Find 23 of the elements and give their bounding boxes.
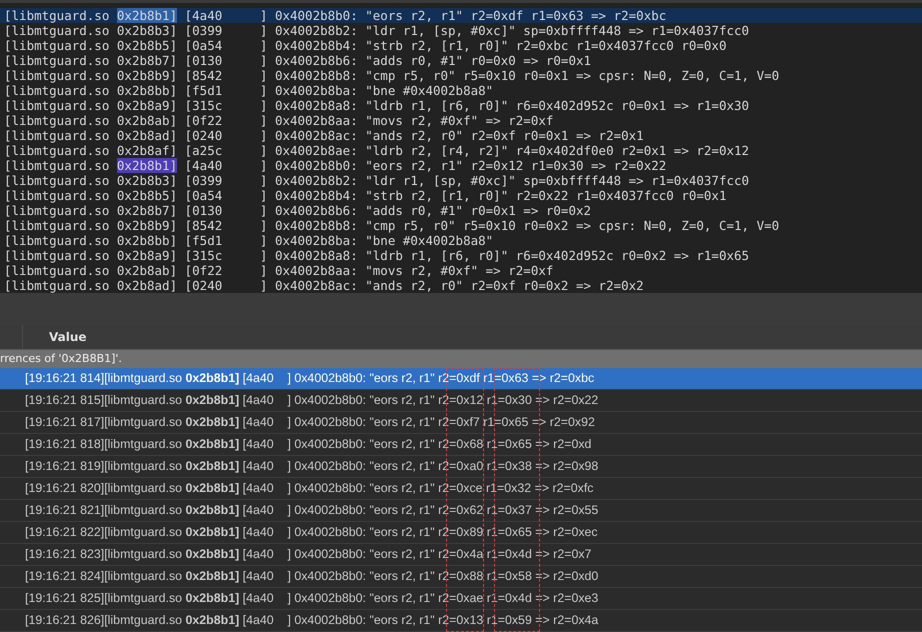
code-line: [libmtguard.so 0x2b8ab] [0f22 ] 0x4002b8aa: "movs r2, #0xf" => r2=0xf <box>4 263 554 278</box>
code-line: [libmtguard.so 0x2b8b9] [8542 ] 0x4002b8b8: "cmp r5, r0" r5=0x10 r0=0x1 => cpsr: N=0, Z=0, C=1, V=0 <box>4 68 780 83</box>
code-line: [libmtguard.so 0x2b8bb] [f5d1 ] 0x4002b8ba: "bne #0x4002b8a8" <box>4 233 494 248</box>
result-row[interactable]: [19:16:21 814][libmtguard.so 0x2b8b1] [4a40 ] 0x4002b8b0: "eors r2, r1" r2=0xdf r1=0x63 => r2=0xbc <box>0 368 922 390</box>
column-header[interactable]: Value <box>23 330 87 344</box>
code-line: [libmtguard.so 0x2b8b3] [0399 ] 0x4002b8b2: "ldr r1, [sp, #0xc]" sp=0xbffff448 => r1=0x4037fcc0 <box>4 23 750 38</box>
code-editor[interactable] <box>0 0 922 294</box>
code-line: [libmtguard.so 0x2b8ad] [0240 ] 0x4002b8ac: "ands r2, r0" r2=0xf r0=0x2 => r2=0x2 <box>4 278 644 293</box>
code-line: [libmtguard.so 0x2b8b7] [0130 ] 0x4002b8b6: "adds r0, #1" r0=0x0 => r0=0x1 <box>4 53 592 68</box>
code-line: [libmtguard.so 0x2b8ad] [0240 ] 0x4002b8ac: "ands r2, r0" r2=0xf r0=0x1 => r2=0x1 <box>4 128 644 143</box>
code-line: [libmtguard.so 0x2b8af] [a25c ] 0x4002b8ae: "ldrb r2, [r4, r2]" r4=0x402df0e0 r2=0x1 => r2=0x12 <box>4 143 750 158</box>
code-line: [libmtguard.so 0x2b8a9] [315c ] 0x4002b8a8: "ldrb r1, [r6, r0]" r6=0x402d952c r0=0x1 => r1=0x30 <box>4 98 750 113</box>
code-line: [libmtguard.so 0x2b8a9] [315c ] 0x4002b8a8: "ldrb r1, [r6, r0]" r6=0x402d952c r0=0x2 => r1=0x65 <box>4 248 750 263</box>
code-line: [libmtguard.so 0x2b8b5] [0a54 ] 0x4002b8b4: "strb r2, [r1, r0]" r2=0xbc r1=0x4037fcc0 r0=0x0 <box>4 38 726 53</box>
code-line: [libmtguard.so 0x2b8ab] [0f22 ] 0x4002b8aa: "movs r2, #0xf" => r2=0xf <box>4 113 554 128</box>
code-line: [libmtguard.so 0x2b8b3] [0399 ] 0x4002b8b2: "ldr r1, [sp, #0xc]" sp=0xbffff448 => r1=0x4037fcc0 <box>4 173 750 188</box>
code-line: [libmtguard.so 0x2b8b1] [4a40 ] 0x4002b8b0: "eors r2, r1" r2=0x12 r1=0x30 => r2=0x22 <box>4 158 666 173</box>
search-summary: rrences of '0x2B8B1]'. <box>0 352 122 365</box>
code-line: [libmtguard.so 0x2b8b7] [0130 ] 0x4002b8b6: "adds r0, #1" r0=0x1 => r0=0x2 <box>4 203 592 218</box>
code-line: [libmtguard.so 0x2b8b9] [8542 ] 0x4002b8b8: "cmp r5, r0" r5=0x10 r0=0x2 => cpsr: N=0, Z=0, C=1, V=0 <box>4 218 780 233</box>
code-line: [libmtguard.so 0x2b8bb] [f5d1 ] 0x4002b8ba: "bne #0x4002b8a8" <box>4 83 494 98</box>
code-line: [libmtguard.so 0x2b8b5] [0a54 ] 0x4002b8b4: "strb r2, [r1, r0]" r2=0x22 r1=0x4037fcc0 r0=0x1 <box>4 188 726 203</box>
code-line: [libmtguard.so 0x2b8b1] [4a40 ] 0x4002b8b0: "eors r2, r1" r2=0xdf r1=0x63 => r2=0xbc <box>4 8 666 23</box>
